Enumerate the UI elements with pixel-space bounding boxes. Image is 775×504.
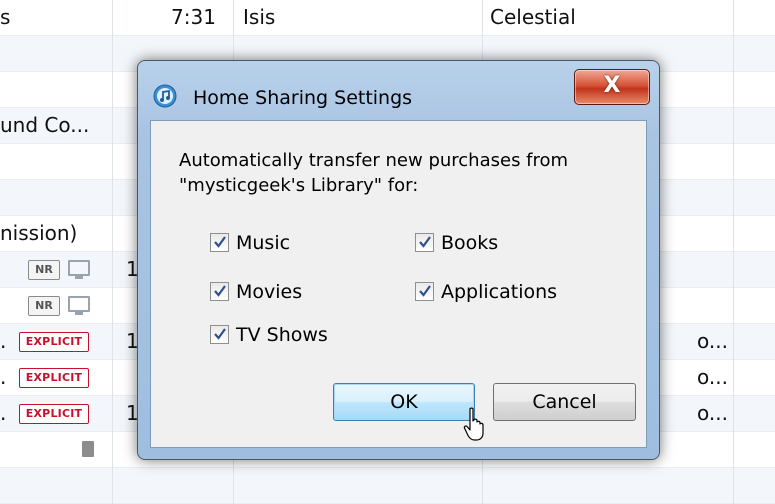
checkbox-box[interactable]	[210, 282, 229, 301]
song-name: und Co...	[0, 113, 90, 137]
checkmark-icon	[419, 285, 431, 297]
song-album: o...	[697, 365, 728, 389]
description-line: Automatically transfer new purchases fro…	[179, 150, 569, 171]
checkbox-box[interactable]	[415, 282, 434, 301]
column-divider[interactable]	[112, 0, 113, 504]
itunes-app-icon	[153, 84, 177, 108]
song-time: 7:31	[171, 5, 216, 29]
song-name: .	[0, 365, 7, 389]
rating-badge: NR	[28, 296, 60, 316]
song-artist: Isis	[243, 5, 276, 29]
checkmark-icon	[419, 236, 431, 248]
column-divider[interactable]	[733, 0, 734, 504]
checkbox-box[interactable]	[415, 233, 434, 252]
explicit-badge: EXPLICIT	[19, 332, 89, 352]
song-name: nission)	[0, 221, 78, 245]
ok-button[interactable]: OK	[333, 383, 475, 421]
song-name: .	[0, 401, 7, 425]
table-row[interactable]	[0, 468, 775, 504]
song-name: s	[0, 5, 11, 29]
cancel-button[interactable]: Cancel	[493, 383, 636, 421]
close-icon: X	[603, 73, 621, 98]
description-line: "mysticgeek's Library" for:	[179, 175, 419, 196]
checkbox-label[interactable]: TV Shows	[236, 322, 328, 348]
hand-cursor-icon	[463, 407, 484, 441]
song-name: .	[0, 329, 7, 353]
checkbox-label[interactable]: Applications	[441, 279, 557, 305]
checkmark-icon	[214, 236, 226, 248]
book-icon	[82, 441, 94, 457]
checkbox-label[interactable]: Movies	[236, 279, 302, 305]
description-text: Automatically transfer new purchases fro…	[179, 148, 568, 198]
rating-badge: NR	[28, 260, 60, 280]
checkbox-box[interactable]	[210, 325, 229, 344]
checkmark-icon	[214, 285, 226, 297]
checkbox-label[interactable]: Music	[236, 230, 290, 256]
song-album: o...	[697, 401, 728, 425]
home-sharing-settings-dialog: Home Sharing Settings X Automatically tr…	[137, 60, 660, 460]
explicit-badge: EXPLICIT	[19, 404, 89, 424]
video-icon	[68, 296, 90, 315]
dialog-title: Home Sharing Settings	[193, 87, 413, 109]
checkbox-box[interactable]	[210, 233, 229, 252]
table-row[interactable]: s 7:31 Isis Celestial	[0, 0, 775, 36]
checkmark-icon	[214, 328, 226, 340]
song-album: Celestial	[490, 5, 576, 29]
song-album: o...	[697, 329, 728, 353]
dialog-body: Automatically transfer new purchases fro…	[150, 120, 647, 448]
close-button[interactable]: X	[574, 69, 650, 105]
explicit-badge: EXPLICIT	[19, 368, 89, 388]
title-bar[interactable]: Home Sharing Settings X	[138, 61, 659, 119]
checkbox-label[interactable]: Books	[441, 230, 498, 256]
video-icon	[68, 260, 90, 279]
